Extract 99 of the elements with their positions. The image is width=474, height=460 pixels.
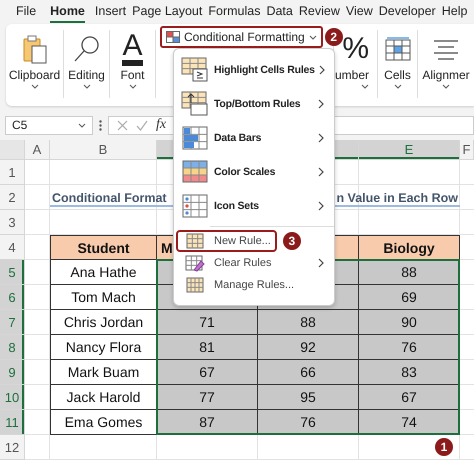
name-box[interactable]: C5 xyxy=(5,116,93,134)
top-bottom-rules-icon xyxy=(181,91,209,117)
step-badge: 2 xyxy=(324,28,343,46)
table-cell: 67 xyxy=(157,360,258,385)
table-cell: Chris Jordan xyxy=(50,310,157,335)
column-header[interactable]: E xyxy=(359,140,460,160)
align-center-icon xyxy=(433,38,459,60)
table-cell: Nancy Flora xyxy=(50,335,157,360)
ribbon-tab[interactable]: Insert xyxy=(92,2,130,24)
ribbon-tab[interactable]: Formulas xyxy=(205,2,264,24)
table-cell: 74 xyxy=(359,410,460,435)
row-header[interactable]: 12 xyxy=(0,435,25,460)
table-cell: 71 xyxy=(157,310,258,335)
row-header[interactable]: 7 xyxy=(0,310,25,335)
row-header[interactable]: 8 xyxy=(0,335,25,360)
ribbon-glyph: % xyxy=(342,34,369,64)
table-cell: 81 xyxy=(157,335,258,360)
table-cell: 88 xyxy=(359,260,460,285)
chevron-down-icon xyxy=(361,84,369,89)
table-cell: 87 xyxy=(157,410,258,435)
table-icon xyxy=(166,31,180,43)
table-cell: Jack Harold xyxy=(50,385,157,410)
table-cell: 67 xyxy=(359,385,460,410)
ribbon-tab[interactable]: Page Layout xyxy=(129,2,206,24)
search-icon xyxy=(72,34,102,64)
menu-item[interactable]: Manage Rules... xyxy=(176,274,330,296)
ribbon-tab[interactable]: Data xyxy=(263,2,296,24)
chevron-down-icon xyxy=(30,84,38,89)
row-header[interactable]: 6 xyxy=(0,285,25,310)
ribbon-group-button[interactable]: Cells xyxy=(378,30,418,98)
column-header[interactable]: F xyxy=(460,140,474,160)
table-cell: Mark Buam xyxy=(50,360,157,385)
data-bars-icon xyxy=(182,126,208,150)
table-cell: Ema Gomes xyxy=(50,410,157,435)
table-cell: 95 xyxy=(258,385,359,410)
step-badge: 1 xyxy=(435,438,453,456)
chevron-down-icon xyxy=(442,84,450,89)
table-cell: 90 xyxy=(359,310,460,335)
row-header[interactable]: 10 xyxy=(0,385,25,410)
chevron-down-icon xyxy=(82,84,90,89)
highlight-rules-icon xyxy=(181,57,209,83)
table-cell: Tom Mach xyxy=(50,285,157,310)
table-cell: 83 xyxy=(359,360,460,385)
menu-item[interactable]: Top/Bottom Rules xyxy=(176,87,330,121)
table-cell: 92 xyxy=(258,335,359,360)
menu-item[interactable]: New Rule... xyxy=(176,230,277,252)
close-icon xyxy=(117,120,128,130)
table-icon xyxy=(186,277,204,293)
ribbon-tab[interactable]: File xyxy=(13,2,40,24)
cells-icon xyxy=(384,37,410,61)
more-icon xyxy=(99,120,102,130)
ribbon-group-button[interactable]: Editing xyxy=(64,30,110,98)
sheet-title: Conditional Format xyxy=(51,190,167,204)
row-header[interactable]: 1 xyxy=(0,160,25,185)
table-cell: Ana Hathe xyxy=(50,260,157,285)
table-cell: 69 xyxy=(359,285,460,310)
menu-item[interactable]: Color Scales xyxy=(176,155,330,189)
column-heading: Student xyxy=(50,235,157,260)
menu-item[interactable]: Highlight Cells Rules xyxy=(176,53,330,87)
chevron-down-icon xyxy=(78,122,86,128)
chevron-down-icon xyxy=(394,84,402,89)
menu-item[interactable]: Icon Sets xyxy=(176,189,330,223)
menu-item[interactable]: Data Bars xyxy=(176,121,330,155)
row-header[interactable]: 11 xyxy=(0,410,25,435)
table-icon xyxy=(186,233,204,249)
table-cell: 76 xyxy=(258,410,359,435)
sheet-title: n Value in Each Row xyxy=(336,190,459,204)
eraser-icon xyxy=(185,254,205,272)
function-label[interactable]: fx xyxy=(156,117,166,133)
row-header[interactable]: 5 xyxy=(0,260,25,285)
ribbon-group-button[interactable]: Clipboard xyxy=(6,30,64,98)
chevron-down-icon xyxy=(308,34,317,40)
table-cell: 77 xyxy=(157,385,258,410)
ribbon-group-button[interactable]: A Font xyxy=(110,30,156,98)
ribbon-tab[interactable]: View xyxy=(342,2,376,24)
icon-sets-icon xyxy=(182,194,208,218)
ribbon-tab[interactable]: Review xyxy=(296,2,343,24)
column-header[interactable]: A xyxy=(25,140,50,160)
row-header[interactable]: 2 xyxy=(0,185,25,210)
step-badge: 3 xyxy=(282,232,301,250)
row-header[interactable]: 9 xyxy=(0,360,25,385)
select-all-corner[interactable] xyxy=(0,140,25,160)
conditional-formatting-button[interactable]: Conditional Formatting xyxy=(160,26,323,48)
table-cell: 88 xyxy=(258,310,359,335)
ribbon-glyph: A xyxy=(122,32,142,66)
check-icon xyxy=(136,120,148,130)
ribbon-tab[interactable]: Home xyxy=(47,2,88,24)
ribbon-group-button[interactable]: Alignmer xyxy=(418,30,474,98)
table-cell: 76 xyxy=(359,335,460,360)
column-header[interactable]: B xyxy=(50,140,157,160)
table-cell: 66 xyxy=(258,360,359,385)
chevron-down-icon xyxy=(128,84,136,89)
ribbon-tab[interactable]: Developer xyxy=(376,2,439,24)
row-header[interactable]: 4 xyxy=(0,235,25,260)
column-heading: Biology xyxy=(359,235,460,260)
row-header[interactable]: 3 xyxy=(0,210,25,235)
color-scales-icon xyxy=(182,160,208,184)
clipboard-icon xyxy=(22,34,48,64)
ribbon-tab[interactable]: Help xyxy=(438,2,470,24)
